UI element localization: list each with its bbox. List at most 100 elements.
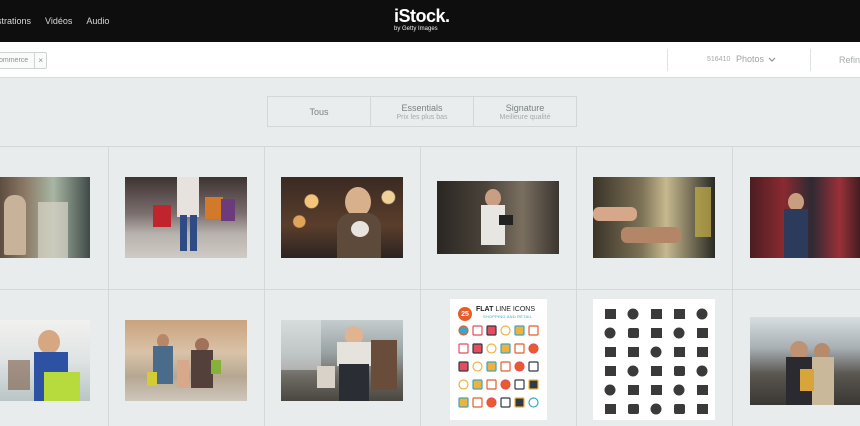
result-count: 516410 (707, 56, 731, 63)
top-nav: ustrations Vidéos Audio (0, 0, 123, 42)
shopping-glyph-icon (650, 403, 662, 415)
license-tabs: Tous Essentials Prix les plus bas Signat… (267, 96, 577, 127)
photo-thumbnail[interactable] (125, 177, 247, 258)
shopping-line-icon (472, 397, 483, 408)
logo-tagline: by Getty Images (394, 26, 438, 32)
grid-divider (732, 147, 733, 426)
refine-button[interactable]: Refin (839, 55, 860, 65)
shopping-glyph-icon (673, 327, 685, 339)
shopping-glyph-icon (696, 308, 708, 320)
tab-signature[interactable]: Signature Meilleure qualité (474, 97, 576, 126)
shopping-line-icon (500, 397, 511, 408)
tab-label: Essentials (401, 102, 443, 113)
shopping-glyph-icon (697, 385, 708, 395)
top-header: ustrations Vidéos Audio iStock. by Getty… (0, 0, 860, 42)
photo-thumbnail[interactable] (125, 320, 247, 401)
shopping-line-icon (472, 343, 483, 354)
shopping-glyph-icon (673, 384, 685, 396)
photo-thumbnail[interactable] (0, 177, 90, 258)
photo-thumbnail[interactable] (0, 320, 90, 401)
shopping-glyph-icon (674, 366, 685, 376)
shopping-glyph-icon (605, 404, 616, 414)
shopping-glyph-icon (628, 404, 639, 414)
shopping-line-icon (528, 379, 539, 390)
shopping-line-icon (486, 343, 497, 354)
shopping-glyph-icon (651, 309, 662, 319)
shopping-glyph-icon (651, 366, 662, 376)
shopping-line-icon (500, 325, 511, 336)
tab-tous[interactable]: Tous (268, 97, 371, 126)
shopping-line-icon (458, 343, 469, 354)
shopping-glyph-icon (674, 404, 685, 414)
shopping-glyph-icon (604, 327, 616, 339)
shopping-glyph-icon (674, 347, 685, 357)
shopping-line-icon (486, 397, 497, 408)
shopping-line-icon (458, 361, 469, 372)
shopping-line-icon (514, 379, 525, 390)
shopping-glyph-icon (651, 328, 662, 338)
grid-divider (264, 147, 265, 426)
shopping-glyph-icon (674, 309, 685, 319)
tab-label: Signature (505, 102, 545, 113)
photo-thumbnail[interactable] (281, 320, 403, 401)
nav-videos[interactable]: Vidéos (45, 16, 72, 26)
grid-divider (576, 147, 577, 426)
shopping-line-icon (486, 325, 497, 336)
shopping-line-icon (458, 397, 469, 408)
grid-divider (0, 289, 860, 290)
tab-sublabel: Meilleure qualité (499, 113, 551, 121)
chip-remove-button[interactable]: × (34, 53, 46, 68)
filter-bar: ommerce × 516410 Photos Refin (0, 42, 860, 78)
shopping-line-icon (500, 379, 511, 390)
photo-thumbnail[interactable] (593, 177, 715, 258)
shopping-glyph-icon (696, 365, 708, 377)
shopping-line-icon (472, 325, 483, 336)
shopping-line-icon (528, 361, 539, 372)
shopping-glyph-icon (627, 365, 639, 377)
grid-divider (420, 147, 421, 426)
chevron-down-icon (768, 57, 776, 62)
shopping-glyph-icon (605, 366, 616, 376)
shopping-line-icon (514, 397, 525, 408)
shopping-glyph-icon (628, 328, 639, 338)
divider (667, 49, 668, 71)
shopping-glyph-icon (651, 385, 662, 395)
shopping-glyph-icon (697, 328, 708, 338)
photo-thumbnail[interactable] (750, 177, 860, 258)
shopping-line-icon (472, 379, 483, 390)
shopping-glyph-icon (628, 385, 639, 395)
shopping-glyph-icon (697, 404, 708, 414)
shopping-line-icon (514, 325, 525, 336)
media-type-dropdown[interactable]: Photos (736, 54, 776, 64)
shopping-glyph-icons-grid (604, 308, 708, 415)
results-grid: 25 FLAT LINE ICONS SHOPPING AND RETAIL (0, 146, 860, 426)
shopping-glyph-icon (628, 347, 639, 357)
shopping-glyph-icon (605, 347, 616, 357)
icon-set-thumbnail[interactable]: 25 FLAT LINE ICONS SHOPPING AND RETAIL (450, 299, 547, 420)
chip-label: ommerce (0, 57, 29, 64)
divider (810, 49, 811, 71)
shopping-line-icon (458, 379, 469, 390)
shopping-icons-grid (458, 325, 539, 408)
shopping-line-icon (500, 361, 511, 372)
search-term-chip: ommerce × (0, 52, 48, 69)
logo-wordmark: iStock. (394, 6, 450, 26)
photo-thumbnail[interactable] (437, 181, 559, 254)
shopping-line-icon (514, 343, 525, 354)
icon-set-thumbnail[interactable] (593, 299, 715, 420)
photo-thumbnail[interactable] (750, 317, 860, 405)
istock-logo[interactable]: iStock. by Getty Images (394, 7, 450, 32)
shopping-glyph-icon (604, 384, 616, 396)
shopping-glyph-icon (650, 346, 662, 358)
nav-illustrations[interactable]: ustrations (0, 16, 31, 26)
tab-sublabel: Prix les plus bas (396, 113, 448, 121)
tab-essentials[interactable]: Essentials Prix les plus bas (371, 97, 474, 126)
shopping-line-icon (486, 379, 497, 390)
nav-audio[interactable]: Audio (86, 16, 109, 26)
grid-divider (108, 147, 109, 426)
shopping-glyph-icon (605, 309, 616, 319)
shopping-line-icon (514, 361, 525, 372)
photo-thumbnail[interactable] (281, 177, 403, 258)
shopping-glyph-icon (627, 308, 639, 320)
shopping-line-icon (472, 361, 483, 372)
